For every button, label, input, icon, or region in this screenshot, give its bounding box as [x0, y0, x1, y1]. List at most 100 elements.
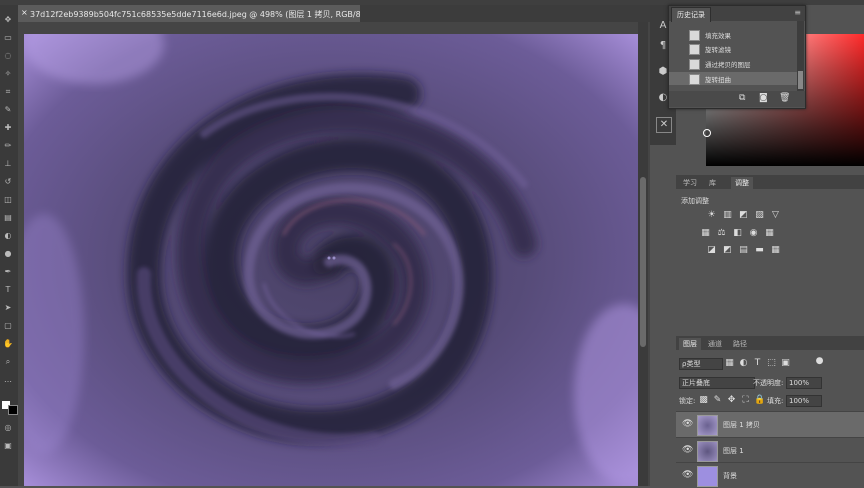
photo-filter-icon[interactable]: ◉ [748, 228, 759, 239]
history-item[interactable]: 填充效果 [669, 28, 797, 41]
blend-mode-select[interactable]: 正片叠底 [679, 377, 755, 389]
opacity-input[interactable]: 100% [786, 377, 822, 389]
history-item[interactable]: 旋转滤镜 [669, 42, 797, 55]
panel-menu-icon[interactable]: ≡ [794, 8, 801, 17]
history-state-icon [689, 30, 700, 41]
history-header: 历史记录 ≡ [669, 6, 805, 22]
zoom-tool-icon[interactable]: ⌕ [3, 357, 13, 367]
layer-name: 背景 [723, 472, 737, 480]
selective-color-icon[interactable]: ▦ [770, 245, 781, 256]
layer-filter-kind[interactable]: ρ类型 [679, 358, 723, 370]
layer-row[interactable]: 👁 图层 1 [676, 437, 864, 463]
channel-mixer-icon[interactable]: ▦ [764, 228, 775, 239]
move-tool-icon[interactable]: ✥ [3, 15, 13, 25]
type-filter-icon[interactable]: T [752, 358, 763, 369]
layer-thumbnail [697, 466, 718, 487]
magic-wand-tool-icon[interactable]: ✧ [3, 69, 13, 79]
scrollbar-thumb[interactable] [798, 71, 803, 89]
tab-adjustments[interactable]: 调整 [731, 177, 753, 189]
lock-label: 锁定: [679, 397, 696, 405]
smart-object-filter-icon[interactable]: ▣ [780, 358, 791, 369]
history-brush-tool-icon[interactable]: ↺ [3, 177, 13, 187]
healing-tool-icon[interactable]: ✚ [3, 123, 13, 133]
eye-icon[interactable]: 👁 [682, 445, 693, 455]
layers-tabs: 图层 通道 路径 [676, 336, 864, 350]
tab-paths[interactable]: 路径 [729, 338, 751, 350]
history-scrollbar[interactable] [797, 21, 804, 91]
lock-image-icon[interactable]: ✎ [712, 395, 723, 406]
history-item[interactable]: 通过拷贝的图层 [669, 57, 797, 70]
shape-tool-icon[interactable]: ▢ [3, 321, 13, 331]
invert-icon[interactable]: ◪ [706, 245, 717, 256]
color-balance-icon[interactable]: ⚖ [716, 228, 727, 239]
gradient-map-icon[interactable]: ▬ [754, 245, 765, 256]
trash-icon[interactable]: 🗑 [779, 93, 790, 103]
document-tab[interactable]: × 37d12f2eb9389b504fc751c68535e5dde7116e… [18, 5, 377, 23]
history-item-label: 旋转扭曲 [705, 76, 731, 84]
tools-panel-icon[interactable]: ✕ [656, 117, 672, 133]
tool-bar: ✥ ▭ ◌ ✧ ⌗ ✎ ✚ ✏ ⊥ ↺ ◫ ▤ ◐ ● ✒ T ➤ ▢ ✋ ⌕ … [0, 5, 19, 486]
hand-tool-icon[interactable]: ✋ [3, 339, 13, 349]
fill-input[interactable]: 100% [786, 395, 822, 407]
history-footer: ⧉ ◙ 🗑 [669, 91, 805, 107]
black-white-icon[interactable]: ◧ [732, 228, 743, 239]
screen-mode-icon[interactable]: ▣ [3, 441, 13, 451]
history-panel: 历史记录 ≡ 填充效果 旋转滤镜 通过拷贝的图层 旋转扭曲 ⧉ ◙ 🗑 [668, 5, 806, 109]
eyedropper-tool-icon[interactable]: ✎ [3, 105, 13, 115]
dodge-tool-icon[interactable]: ● [3, 249, 13, 259]
threshold-icon[interactable]: ▤ [738, 245, 749, 256]
brightness-contrast-icon[interactable]: ☀ [706, 210, 717, 221]
brush-tool-icon[interactable]: ✏ [3, 141, 13, 151]
filter-toggle-icon[interactable]: ● [814, 356, 825, 367]
vertical-scrollbar[interactable] [638, 22, 648, 486]
tab-channels[interactable]: 通道 [704, 338, 726, 350]
eye-icon[interactable]: 👁 [682, 419, 693, 429]
lock-position-icon[interactable]: ✥ [726, 395, 737, 406]
marquee-tool-icon[interactable]: ▭ [3, 33, 13, 43]
exposure-icon[interactable]: ▨ [754, 210, 765, 221]
pixel-filter-icon[interactable]: ▦ [724, 358, 735, 369]
camera-snapshot-icon[interactable]: ◙ [759, 93, 768, 103]
tab-learn[interactable]: 学习 [679, 177, 701, 189]
color-picker-marker[interactable] [703, 129, 711, 137]
background-color-swatch[interactable] [8, 405, 18, 415]
more-tools-icon[interactable]: … [3, 375, 13, 385]
history-item-active[interactable]: 旋转扭曲 [669, 72, 797, 85]
posterize-icon[interactable]: ◩ [722, 245, 733, 256]
tab-bar-empty [360, 5, 650, 22]
history-item-label: 旋转滤镜 [705, 46, 731, 54]
layer-name: 图层 1 [723, 447, 744, 455]
shape-filter-icon[interactable]: ⬚ [766, 358, 777, 369]
layer-row[interactable]: 👁 背景 [676, 462, 864, 488]
history-state-icon [689, 44, 700, 55]
blur-tool-icon[interactable]: ◐ [3, 231, 13, 241]
path-select-tool-icon[interactable]: ➤ [3, 303, 13, 313]
tab-layers[interactable]: 图层 [679, 338, 701, 350]
layer-row[interactable]: 👁 图层 1 拷贝 [676, 411, 864, 437]
hue-saturation-icon[interactable]: ▦ [700, 228, 711, 239]
tab-libraries[interactable]: 库 [705, 177, 720, 189]
image-canvas[interactable] [24, 34, 638, 486]
fill-label: 填充: [767, 397, 784, 405]
create-document-from-state-icon[interactable]: ⧉ [739, 93, 745, 103]
lock-transparent-icon[interactable]: ▩ [698, 395, 709, 406]
crop-tool-icon[interactable]: ⌗ [3, 87, 13, 97]
vibrance-icon[interactable]: ▽ [770, 210, 781, 221]
eye-icon[interactable]: 👁 [682, 470, 693, 480]
close-icon[interactable]: × [21, 8, 28, 17]
quick-mask-icon[interactable]: ◎ [3, 423, 13, 433]
adjustment-filter-icon[interactable]: ◐ [738, 358, 749, 369]
type-tool-icon[interactable]: T [3, 285, 13, 295]
gradient-tool-icon[interactable]: ▤ [3, 213, 13, 223]
history-tab[interactable]: 历史记录 [671, 7, 711, 22]
lasso-tool-icon[interactable]: ◌ [3, 51, 13, 61]
document-title: 37d12f2eb9389b504fc751c68535e5dde7116e6d… [30, 10, 378, 19]
levels-icon[interactable]: ▥ [722, 210, 733, 221]
pen-tool-icon[interactable]: ✒ [3, 267, 13, 277]
curves-icon[interactable]: ◩ [738, 210, 749, 221]
lock-all-icon[interactable]: 🔒 [754, 395, 765, 406]
scrollbar-thumb[interactable] [640, 177, 646, 347]
lock-artboard-icon[interactable]: ⛶ [740, 395, 751, 406]
eraser-tool-icon[interactable]: ◫ [3, 195, 13, 205]
stamp-tool-icon[interactable]: ⊥ [3, 159, 13, 169]
